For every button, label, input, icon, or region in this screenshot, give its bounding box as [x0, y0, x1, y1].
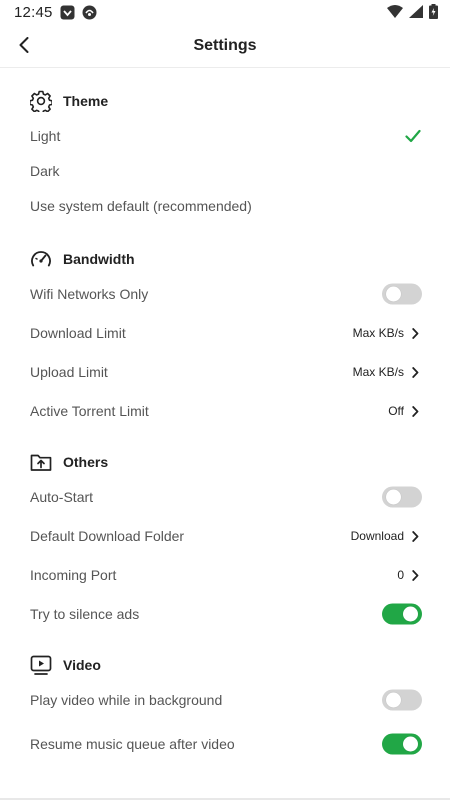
app-notification-icon — [82, 5, 97, 20]
app-bar: Settings — [0, 26, 450, 68]
background-video-toggle[interactable] — [382, 689, 422, 711]
gear-icon — [30, 90, 52, 112]
setting-upload-limit[interactable]: Upload Limit Max KB/s — [0, 355, 450, 389]
row-value: Off — [388, 404, 404, 418]
row-label: Default Download Folder — [30, 528, 185, 544]
row-label: Use system default (recommended) — [30, 198, 252, 214]
silence-ads-toggle[interactable] — [382, 603, 422, 625]
setting-wifi-networks-only[interactable]: Wifi Networks Only — [0, 277, 450, 311]
section-title: Video — [63, 657, 101, 673]
setting-play-video-in-background[interactable]: Play video while in background — [0, 683, 450, 717]
row-label: Try to silence ads — [30, 606, 140, 622]
row-label: Resume music queue after video — [30, 736, 235, 752]
toggle-knob — [386, 692, 401, 708]
row-label: Play video while in background — [30, 692, 223, 708]
row-label: Light — [30, 128, 61, 144]
chevron-right-icon — [410, 529, 420, 543]
toggle-knob — [386, 489, 401, 505]
row-label: Upload Limit — [30, 364, 108, 380]
chevron-right-icon — [410, 568, 420, 582]
auto-start-toggle[interactable] — [382, 486, 422, 508]
app-notification-icon — [60, 5, 75, 20]
section-title: Theme — [63, 93, 109, 109]
setting-resume-music-queue[interactable]: Resume music queue after video — [0, 727, 450, 761]
section-header-video: Video — [30, 652, 101, 678]
check-icon — [405, 129, 421, 143]
section-header-others: Others — [30, 449, 108, 475]
section-header-theme: Theme — [30, 88, 108, 114]
row-label: Auto-Start — [30, 489, 94, 505]
speedometer-icon — [30, 248, 52, 270]
row-value: Download — [350, 529, 404, 543]
status-time: 12:45 — [14, 4, 53, 21]
page-title: Settings — [193, 37, 257, 54]
chevron-right-icon — [410, 404, 420, 418]
row-label: Dark — [30, 163, 60, 179]
theme-option-dark[interactable]: Dark — [0, 154, 450, 188]
status-icons — [387, 4, 438, 24]
signal-icon — [409, 5, 423, 23]
status-bar: 12:45 — [0, 0, 450, 26]
battery-charging-icon — [429, 4, 438, 24]
theme-option-system-default[interactable]: Use system default (recommended) — [0, 189, 450, 223]
toggle-knob — [386, 286, 401, 302]
setting-download-limit[interactable]: Download Limit Max KB/s — [0, 316, 450, 350]
row-label: Active Torrent Limit — [30, 403, 149, 419]
folder-upload-icon — [30, 451, 52, 473]
wifi-icon — [387, 5, 403, 23]
chevron-right-icon — [410, 365, 420, 379]
theme-option-light[interactable]: Light — [0, 119, 450, 153]
row-value: Max KB/s — [352, 365, 404, 379]
row-label: Download Limit — [30, 325, 126, 341]
toggle-knob — [403, 736, 418, 752]
row-value: 0 — [397, 568, 404, 582]
section-header-bandwidth: Bandwidth — [30, 246, 135, 272]
row-label: Wifi Networks Only — [30, 286, 149, 302]
section-title: Others — [63, 454, 109, 470]
toggle-knob — [403, 606, 418, 622]
setting-active-torrent-limit[interactable]: Active Torrent Limit Off — [0, 394, 450, 428]
section-title: Bandwidth — [63, 251, 135, 267]
setting-auto-start[interactable]: Auto-Start — [0, 480, 450, 514]
resume-music-toggle[interactable] — [382, 733, 422, 755]
setting-try-to-silence-ads[interactable]: Try to silence ads — [0, 597, 450, 631]
setting-incoming-port[interactable]: Incoming Port 0 — [0, 558, 450, 592]
video-play-icon — [30, 654, 52, 676]
chevron-right-icon — [410, 326, 420, 340]
row-value: Max KB/s — [352, 326, 404, 340]
setting-default-download-folder[interactable]: Default Download Folder Download — [0, 519, 450, 553]
wifi-only-toggle[interactable] — [382, 283, 422, 305]
row-label: Incoming Port — [30, 567, 117, 583]
